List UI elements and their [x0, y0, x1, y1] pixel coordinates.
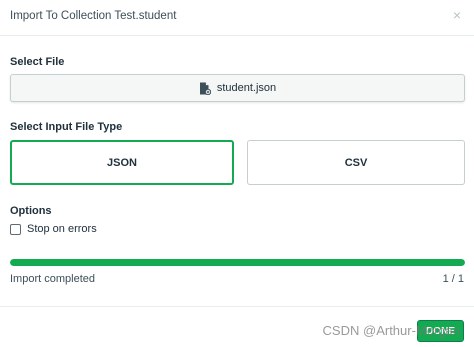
dialog-title: Import To Collection Test.student	[10, 10, 177, 22]
file-type-csv-label: CSV	[344, 156, 368, 169]
stop-on-errors-label: Stop on errors	[27, 223, 97, 235]
select-file-label: Select File	[10, 56, 65, 68]
file-type-csv-option[interactable]: CSV	[247, 140, 465, 185]
done-button[interactable]: DONE	[417, 320, 464, 342]
file-type-json-label: JSON	[107, 156, 137, 169]
file-type-label: Select Input File Type	[10, 121, 123, 133]
select-file-button[interactable]: student.json	[10, 74, 465, 102]
close-icon[interactable]: ×	[450, 8, 464, 22]
import-count: 1 / 1	[442, 273, 464, 285]
import-status: Import completed	[10, 273, 95, 285]
stop-on-errors-option[interactable]: Stop on errors	[10, 223, 97, 235]
import-progress-fill	[10, 259, 465, 266]
stop-on-errors-checkbox[interactable]	[10, 223, 21, 235]
file-type-json-option[interactable]: JSON	[10, 140, 234, 185]
dialog-header: Import To Collection Test.student ×	[0, 0, 474, 36]
selected-file-name: student.json	[216, 82, 277, 94]
import-dialog: Import To Collection Test.student × Sele…	[0, 0, 474, 347]
file-icon	[199, 82, 211, 95]
options-label: Options	[10, 205, 52, 217]
import-progress-bar	[10, 259, 465, 266]
dialog-footer: DONE CSDN @Arthur-Morgan	[0, 306, 474, 347]
